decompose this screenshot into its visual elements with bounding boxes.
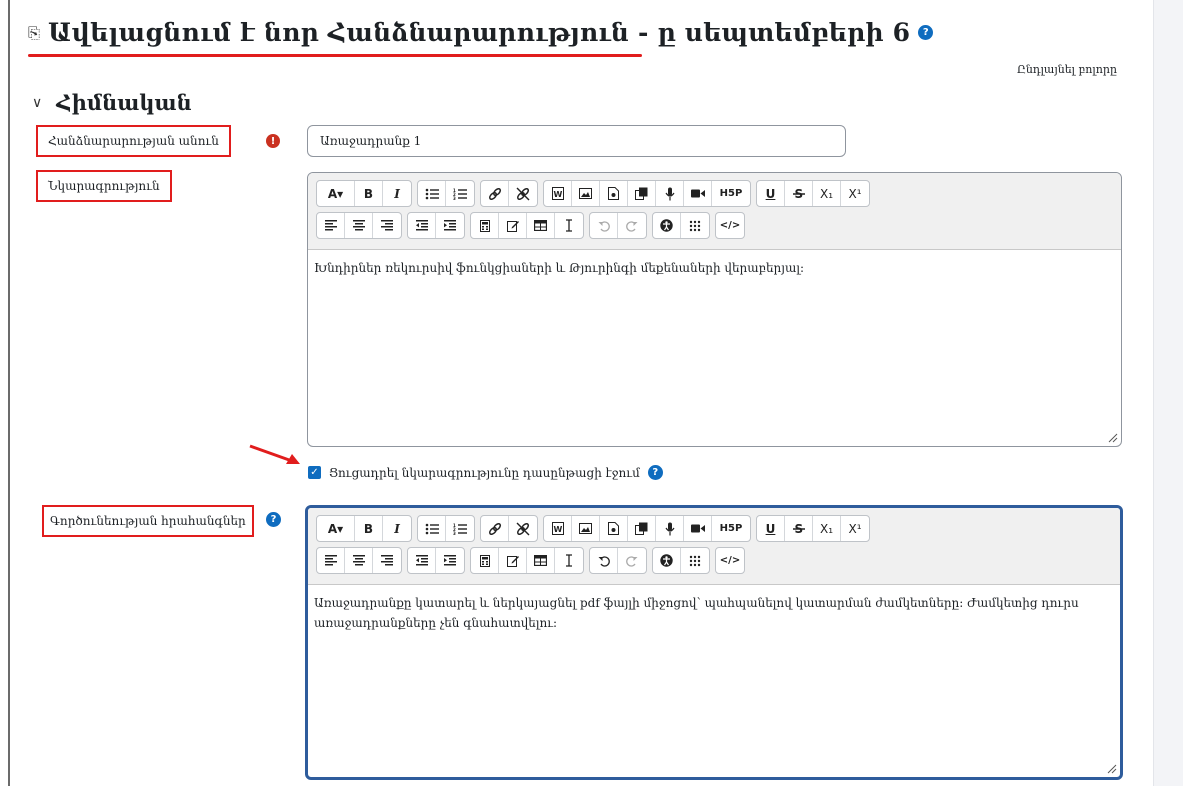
accessibility-icon[interactable] xyxy=(653,548,681,573)
outdent-icon[interactable] xyxy=(408,213,436,238)
copy-icon[interactable] xyxy=(628,516,656,541)
h5p-button[interactable]: H5P xyxy=(712,516,750,541)
page-title: ⎘ Ավելացնում է նոր Հանձնարարություն - ը … xyxy=(28,18,934,47)
indent-icon[interactable] xyxy=(436,213,464,238)
redo-icon[interactable] xyxy=(618,213,646,238)
copy-icon[interactable] xyxy=(628,181,656,206)
redo-icon[interactable] xyxy=(618,548,646,573)
required-icon: ! xyxy=(266,134,280,148)
align-center-icon[interactable] xyxy=(345,213,373,238)
page-title-text: Ավելացնում է նոր Հանձնարարություն - ը սե… xyxy=(48,18,911,47)
align-right-icon[interactable] xyxy=(373,213,401,238)
more-grid-icon[interactable] xyxy=(681,213,709,238)
font-size-button[interactable]: A▾ xyxy=(317,181,355,206)
assignment-name-input[interactable] xyxy=(307,125,846,157)
video-camera-icon[interactable] xyxy=(684,181,712,206)
assignment-name-label: Հանձնարարության անուն xyxy=(36,125,231,157)
resize-handle-icon[interactable] xyxy=(1107,432,1118,443)
italic-button[interactable]: I xyxy=(383,516,411,541)
svg-text:W: W xyxy=(553,525,562,534)
image-icon[interactable] xyxy=(572,181,600,206)
description-editor[interactable]: A▾ B I 123 W H5P U X₁ X¹ </> Խնդիրներ ռե… xyxy=(307,172,1122,447)
show-description-checkbox[interactable]: ✓ xyxy=(308,466,321,479)
image-icon[interactable] xyxy=(572,516,600,541)
calculator-icon[interactable] xyxy=(471,213,499,238)
strikethrough-icon[interactable]: S xyxy=(785,516,813,541)
align-center-icon[interactable] xyxy=(345,548,373,573)
clear-formatting-icon[interactable] xyxy=(555,548,583,573)
html-code-button[interactable]: </> xyxy=(716,548,744,573)
edit-icon[interactable] xyxy=(499,213,527,238)
align-left-icon[interactable] xyxy=(317,548,345,573)
word-paste-icon[interactable]: W xyxy=(544,181,572,206)
strikethrough-icon[interactable]: S xyxy=(785,181,813,206)
superscript-button[interactable]: X¹ xyxy=(841,516,869,541)
html-code-button[interactable]: </> xyxy=(716,213,744,238)
numbered-list-icon[interactable]: 123 xyxy=(446,181,474,206)
bullet-list-icon[interactable] xyxy=(418,181,446,206)
media-icon[interactable] xyxy=(600,181,628,206)
activity-editor-toolbar: A▾ B I 123 W H5P U X₁ X¹ </> xyxy=(308,508,1120,585)
section-general-title: Հիմնական xyxy=(56,90,192,115)
activity-help-icon[interactable]: ? xyxy=(266,512,281,527)
title-help-icon[interactable]: ? xyxy=(918,25,934,40)
show-description-help-icon[interactable]: ? xyxy=(647,465,663,480)
activity-instructions-label: Գործունեության հրահանգներ xyxy=(42,505,254,537)
assignment-icon: ⎘ xyxy=(28,23,41,42)
undo-icon[interactable] xyxy=(590,213,618,238)
resize-handle-icon[interactable] xyxy=(1106,763,1117,774)
video-camera-icon[interactable] xyxy=(684,516,712,541)
expand-all-link[interactable]: Ընդլայնել բոլորը xyxy=(1017,63,1117,76)
activity-editor-content[interactable]: Առաջադրանքը կատարել և ներկայացնել pdf ֆա… xyxy=(308,585,1108,641)
italic-button[interactable]: I xyxy=(383,181,411,206)
subscript-button[interactable]: X₁ xyxy=(813,181,841,206)
media-icon[interactable] xyxy=(600,516,628,541)
superscript-button[interactable]: X¹ xyxy=(841,181,869,206)
table-icon[interactable] xyxy=(527,213,555,238)
bold-button[interactable]: B xyxy=(355,181,383,206)
word-paste-icon[interactable]: W xyxy=(544,516,572,541)
microphone-icon[interactable] xyxy=(656,181,684,206)
microphone-icon[interactable] xyxy=(656,516,684,541)
more-grid-icon[interactable] xyxy=(681,548,709,573)
clear-formatting-icon[interactable] xyxy=(555,213,583,238)
underline-button[interactable]: U xyxy=(757,181,785,206)
svg-text:3: 3 xyxy=(453,196,456,200)
underline-button[interactable]: U xyxy=(757,516,785,541)
subscript-button[interactable]: X₁ xyxy=(813,516,841,541)
indent-icon[interactable] xyxy=(436,548,464,573)
red-arrow-annotation xyxy=(249,444,300,464)
description-editor-content[interactable]: Խնդիրներ ռեկուրսիվ ֆունկցիաների և Թյուրի… xyxy=(308,250,1121,286)
title-red-underline xyxy=(28,54,642,57)
calculator-icon[interactable] xyxy=(471,548,499,573)
accessibility-icon[interactable] xyxy=(653,213,681,238)
font-size-button[interactable]: A▾ xyxy=(317,516,355,541)
link-icon[interactable] xyxy=(481,181,509,206)
align-left-icon[interactable] xyxy=(317,213,345,238)
bold-button[interactable]: B xyxy=(355,516,383,541)
svg-text:3: 3 xyxy=(453,531,456,535)
show-description-label[interactable]: Ցուցադրել նկարագրությունը դասընթացի էջու… xyxy=(329,466,640,480)
show-description-row: ✓ Ցուցադրել նկարագրությունը դասընթացի էջ… xyxy=(308,465,663,480)
chevron-down-icon[interactable]: ∨ xyxy=(32,95,42,111)
numbered-list-icon[interactable]: 123 xyxy=(446,516,474,541)
activity-instructions-editor[interactable]: A▾ B I 123 W H5P U X₁ X¹ </> Առաջադրանքը… xyxy=(305,505,1123,780)
svg-text:W: W xyxy=(553,190,562,199)
edit-icon[interactable] xyxy=(499,548,527,573)
section-general-header[interactable]: ∨ Հիմնական xyxy=(32,90,192,115)
description-editor-toolbar: A▾ B I 123 W H5P U X₁ X¹ </> xyxy=(308,173,1121,250)
table-icon[interactable] xyxy=(527,548,555,573)
unlink-icon[interactable] xyxy=(509,181,537,206)
bullet-list-icon[interactable] xyxy=(418,516,446,541)
right-drawer-strip xyxy=(1153,0,1183,786)
undo-icon[interactable] xyxy=(590,548,618,573)
align-right-icon[interactable] xyxy=(373,548,401,573)
description-label: Նկարագրություն xyxy=(36,170,172,202)
link-icon[interactable] xyxy=(481,516,509,541)
page-left-border xyxy=(8,0,10,786)
h5p-button[interactable]: H5P xyxy=(712,181,750,206)
outdent-icon[interactable] xyxy=(408,548,436,573)
unlink-icon[interactable] xyxy=(509,516,537,541)
